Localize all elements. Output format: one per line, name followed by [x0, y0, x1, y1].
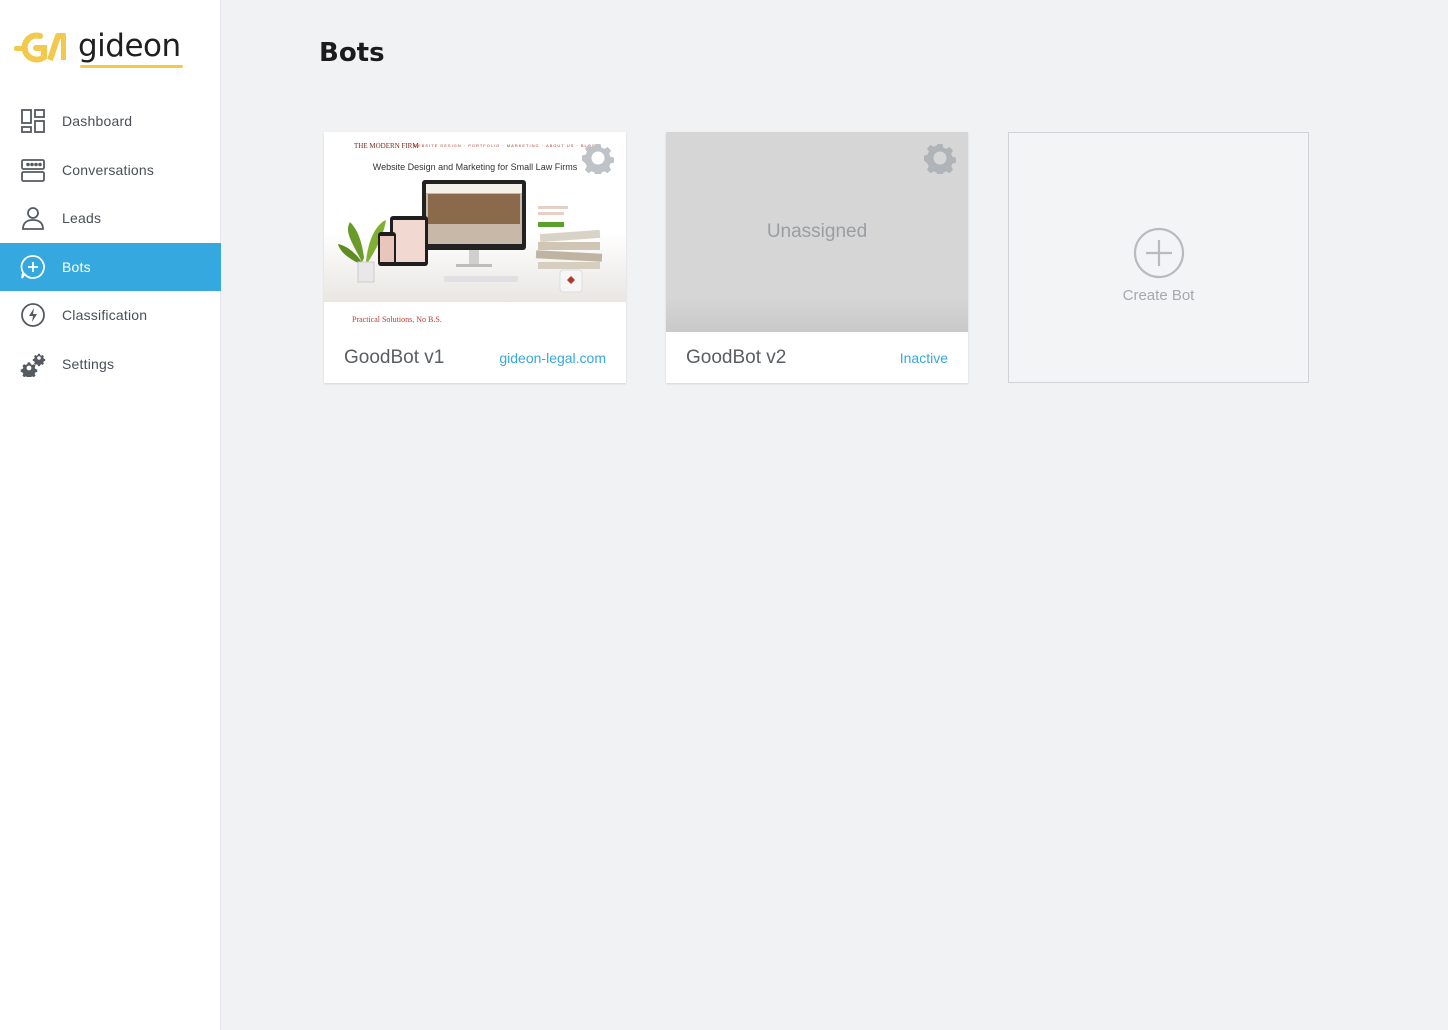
dashboard-icon	[20, 108, 46, 134]
conversations-icon	[20, 157, 46, 183]
gears-icon	[20, 351, 46, 377]
bot-status[interactable]: Inactive	[900, 350, 948, 366]
thumbnail-headline: Website Design and Marketing for Small L…	[372, 162, 578, 172]
create-bot-label: Create Bot	[1122, 287, 1195, 304]
bot-thumbnail-unassigned: Unassigned	[666, 132, 968, 332]
bot-name: GoodBot v2	[686, 346, 787, 368]
plus-circle-icon	[1133, 227, 1184, 279]
bolt-icon	[20, 302, 46, 328]
unassigned-label: Unassigned	[766, 221, 868, 242]
sidebar-item-label: Bots	[62, 258, 91, 275]
thumbnail-brand: THE MODERN FIRM	[354, 142, 419, 150]
sidebar-item-label: Leads	[62, 210, 102, 227]
create-bot-card[interactable]: Create Bot	[1008, 132, 1309, 383]
sidebar-item-label: Classification	[62, 307, 148, 324]
page-title: Bots	[319, 38, 385, 68]
devices-illustration	[324, 180, 626, 302]
bot-settings-gear-icon[interactable]	[582, 142, 614, 174]
sidebar-item-label: Conversations	[62, 161, 155, 178]
bot-name: GoodBot v1	[344, 346, 445, 368]
bot-website-thumbnail: THE MODERN FIRM WEBSITE DESIGN · PORTFOL…	[324, 132, 626, 332]
sidebar-item-settings[interactable]: Settings	[0, 340, 221, 389]
sidebar: gideon Dashboard Conversations Leads Bot…	[0, 0, 221, 1030]
sidebar-item-dashboard[interactable]: Dashboard	[0, 97, 221, 146]
sidebar-item-classification[interactable]: Classification	[0, 291, 221, 340]
sidebar-item-label: Dashboard	[62, 113, 133, 130]
bot-card-footer: GoodBot v1 gideon-legal.com	[324, 332, 626, 383]
bot-card-footer: GoodBot v2 Inactive	[666, 332, 968, 383]
gideon-logo[interactable]: gideon	[14, 27, 183, 68]
sidebar-item-leads[interactable]: Leads	[0, 194, 221, 243]
thumbnail-subheadline: Practical Solutions, No B.S.	[352, 315, 442, 324]
chat-plus-icon	[20, 254, 46, 280]
bot-card[interactable]: Unassigned GoodBot v2 Inactive	[666, 132, 968, 383]
sidebar-item-conversations[interactable]: Conversations	[0, 146, 221, 195]
sidebar-item-bots[interactable]: Bots	[0, 242, 221, 291]
bot-card[interactable]: THE MODERN FIRM WEBSITE DESIGN · PORTFOL…	[324, 132, 626, 383]
user-icon	[20, 205, 46, 231]
bot-domain-link[interactable]: gideon-legal.com	[499, 350, 606, 366]
sidebar-item-label: Settings	[62, 355, 115, 372]
logo-wordmark: gideon	[78, 27, 183, 68]
logo-mark-icon	[14, 32, 66, 63]
bot-settings-gear-icon[interactable]	[924, 142, 956, 174]
thumbnail-nav: WEBSITE DESIGN · PORTFOLIO · MARKETING ·…	[413, 143, 596, 148]
sidebar-nav: Dashboard Conversations Leads Bots Class…	[0, 97, 221, 388]
